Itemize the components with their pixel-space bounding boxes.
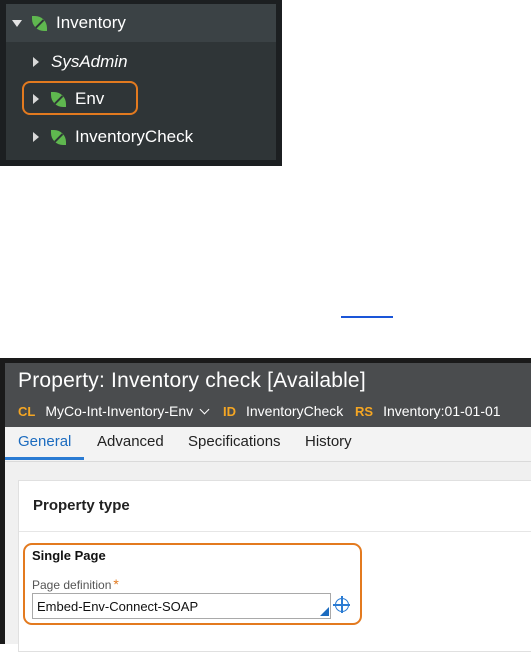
tree-root-node[interactable]: Inventory xyxy=(12,11,126,35)
tree-root-label: Inventory xyxy=(56,13,126,32)
cl-value[interactable]: MyCo-Int-Inventory-Env xyxy=(45,403,193,419)
class-meta[interactable]: CL MyCo-Int-Inventory-Env xyxy=(18,401,210,421)
chevron-down-icon[interactable] xyxy=(12,19,22,27)
rs-key: RS xyxy=(355,403,374,419)
tab-bar: General Advanced Specifications History xyxy=(5,427,531,462)
tree-item-sysadmin[interactable]: SysAdmin xyxy=(33,50,128,74)
tab-advanced[interactable]: Advanced xyxy=(97,427,164,460)
chevron-right-icon[interactable] xyxy=(33,132,39,142)
rs-value: Inventory:01-01-01 xyxy=(383,403,501,419)
link-underline[interactable] xyxy=(341,316,393,318)
divider xyxy=(19,531,531,532)
chevron-right-icon[interactable] xyxy=(33,57,39,67)
id-key: ID xyxy=(223,403,236,419)
page-title: Property: Inventory check [Available] xyxy=(18,369,366,392)
page-definition-field[interactable] xyxy=(32,593,331,619)
rs-meta: RS Inventory:01-01-01 xyxy=(355,401,501,421)
autocomplete-corner-icon xyxy=(320,607,329,616)
tree-item-label: InventoryCheck xyxy=(75,127,194,146)
tree-root-row[interactable]: Inventory xyxy=(6,4,276,43)
tree-item-inventorycheck[interactable]: InventoryCheck xyxy=(33,125,193,149)
id-meta: ID InventoryCheck xyxy=(223,401,343,421)
section-title: Property type xyxy=(33,497,130,514)
required-asterisk: * xyxy=(113,576,119,592)
page-definition-label-text: Page definition xyxy=(32,578,112,592)
env-highlight-outline xyxy=(22,81,138,115)
class-tree-panel: Inventory SysAdmin Env InventoryCheck xyxy=(0,0,282,166)
page-definition-label: Page definition * xyxy=(32,576,119,592)
single-page-title: Single Page xyxy=(32,548,106,563)
tab-general[interactable]: General xyxy=(5,427,85,460)
tree-item-label: SysAdmin xyxy=(51,52,128,71)
crosshair-icon[interactable] xyxy=(333,596,350,613)
tab-specifications[interactable]: Specifications xyxy=(188,427,281,460)
cl-key: CL xyxy=(18,403,36,419)
chevron-down-icon[interactable] xyxy=(199,404,210,414)
leaf-icon xyxy=(51,129,66,145)
tab-history[interactable]: History xyxy=(305,427,352,460)
property-header: Property: Inventory check [Available] CL… xyxy=(5,363,531,427)
id-value: InventoryCheck xyxy=(246,403,344,419)
leaf-icon xyxy=(32,15,47,31)
